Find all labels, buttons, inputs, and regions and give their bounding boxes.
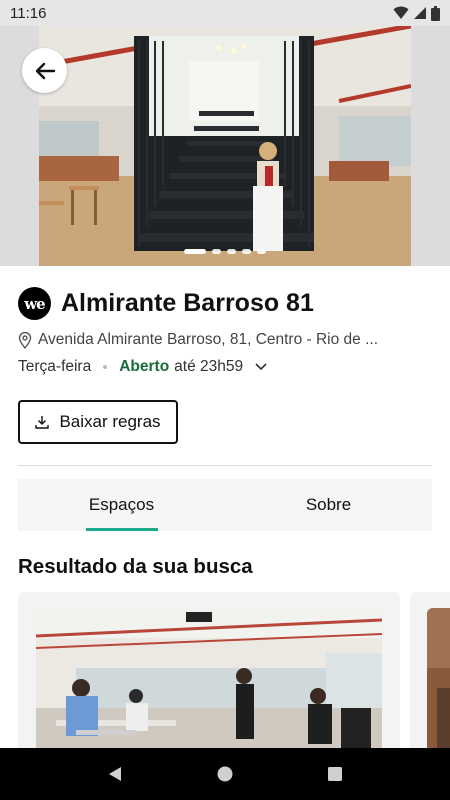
tab-espacos[interactable]: Espaços bbox=[18, 479, 225, 531]
space-card[interactable] bbox=[410, 592, 450, 762]
tab-bar: Espaços Sobre bbox=[18, 479, 432, 531]
system-nav-bar bbox=[0, 748, 450, 800]
download-rules-label: Baixar regras bbox=[59, 412, 161, 431]
pager-dot[interactable] bbox=[212, 249, 221, 254]
nav-home-button[interactable] bbox=[205, 754, 245, 794]
status-time: 11:16 bbox=[10, 4, 47, 22]
circle-home-icon bbox=[217, 766, 233, 782]
pager-dot[interactable] bbox=[242, 249, 251, 254]
weekday-label: Terça-feira bbox=[18, 358, 92, 375]
brand-logo-text: we bbox=[24, 294, 45, 313]
square-recents-icon bbox=[328, 767, 342, 781]
page-title: Almirante Barroso 81 bbox=[61, 289, 314, 317]
closing-time: até 23h59 bbox=[174, 358, 244, 375]
wifi-icon bbox=[393, 6, 409, 19]
location-header: we Almirante Barroso 81 bbox=[18, 287, 314, 320]
divider bbox=[18, 465, 432, 466]
battery-icon bbox=[431, 5, 440, 21]
location-pin-icon bbox=[18, 331, 32, 349]
separator-dot bbox=[103, 365, 108, 369]
nav-recents-button[interactable] bbox=[315, 754, 355, 794]
status-bar: 11:16 bbox=[0, 0, 450, 26]
pager-dot[interactable] bbox=[257, 249, 266, 254]
address-text: Avenida Almirante Barroso, 81, Centro - … bbox=[38, 331, 379, 348]
pager-dot[interactable] bbox=[184, 249, 206, 254]
hero-photo bbox=[39, 26, 411, 266]
space-card[interactable] bbox=[18, 592, 400, 762]
address-row[interactable]: Avenida Almirante Barroso, 81, Centro - … bbox=[18, 331, 398, 349]
tab-sobre[interactable]: Sobre bbox=[225, 479, 432, 531]
space-photo bbox=[427, 608, 450, 758]
status-icons bbox=[393, 5, 440, 21]
open-status: Aberto bbox=[119, 358, 170, 375]
signal-icon bbox=[414, 7, 426, 19]
pager-dot[interactable] bbox=[227, 249, 236, 254]
triangle-back-icon bbox=[109, 767, 121, 781]
hero-carousel[interactable] bbox=[0, 26, 450, 266]
download-rules-button[interactable]: Baixar regras bbox=[18, 400, 178, 444]
brand-logo: we bbox=[18, 287, 51, 320]
download-icon bbox=[35, 416, 50, 429]
opening-hours[interactable]: Terça-feira Aberto até 23h59 bbox=[18, 358, 267, 376]
carousel-pager bbox=[0, 249, 450, 254]
arrow-left-icon bbox=[35, 62, 55, 79]
nav-back-button[interactable] bbox=[95, 754, 135, 794]
results-title: Resultado da sua busca bbox=[18, 555, 253, 578]
chevron-down-icon[interactable] bbox=[255, 363, 267, 371]
space-photo bbox=[36, 608, 382, 758]
back-button[interactable] bbox=[22, 48, 67, 93]
